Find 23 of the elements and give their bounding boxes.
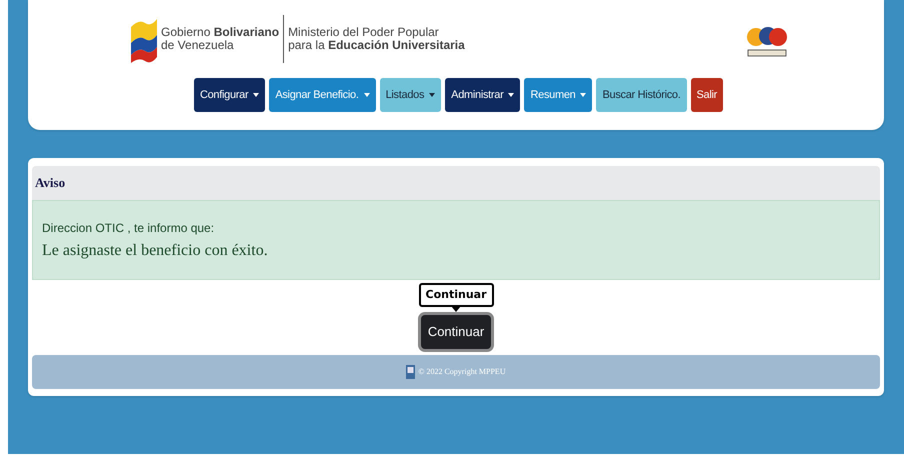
nav-menu-button[interactable]: Buscar Histórico. (596, 78, 687, 112)
caret-icon (580, 93, 586, 97)
ministry-name: Ministerio del Poder Popular (288, 26, 439, 39)
continue-button[interactable]: Continuar (420, 315, 492, 349)
caret-icon (429, 93, 436, 97)
alert-intro: Direccion OTIC , te informo que: (42, 220, 214, 237)
nav-menu-button[interactable]: Resumen (524, 78, 592, 112)
nav-menu-button[interactable]: Listados (380, 78, 442, 112)
government-name: Gobierno Bolivariano (161, 26, 280, 39)
government-name: de Venezuela (161, 39, 234, 52)
tooltip-pointer-icon (451, 306, 461, 312)
nav-menu-button[interactable]: Asignar Beneficio. (269, 78, 376, 112)
nav-menu-button[interactable]: Salir (690, 78, 724, 112)
nav-menu-button[interactable]: Configurar (194, 78, 266, 112)
caret-icon (253, 93, 260, 97)
copyright-text: © 2022 Copyright MPPEU (418, 366, 506, 378)
caret-icon (508, 93, 514, 97)
notice-title: Aviso (35, 174, 66, 192)
alert-message: Le asignaste el beneficio con éxito. (42, 241, 268, 261)
nav-menu-button[interactable]: Administrar (445, 78, 520, 112)
caret-icon (364, 93, 370, 97)
ministry-emblem-icon (406, 365, 416, 379)
ministry-name: para la Educación Universitaria (288, 39, 465, 52)
